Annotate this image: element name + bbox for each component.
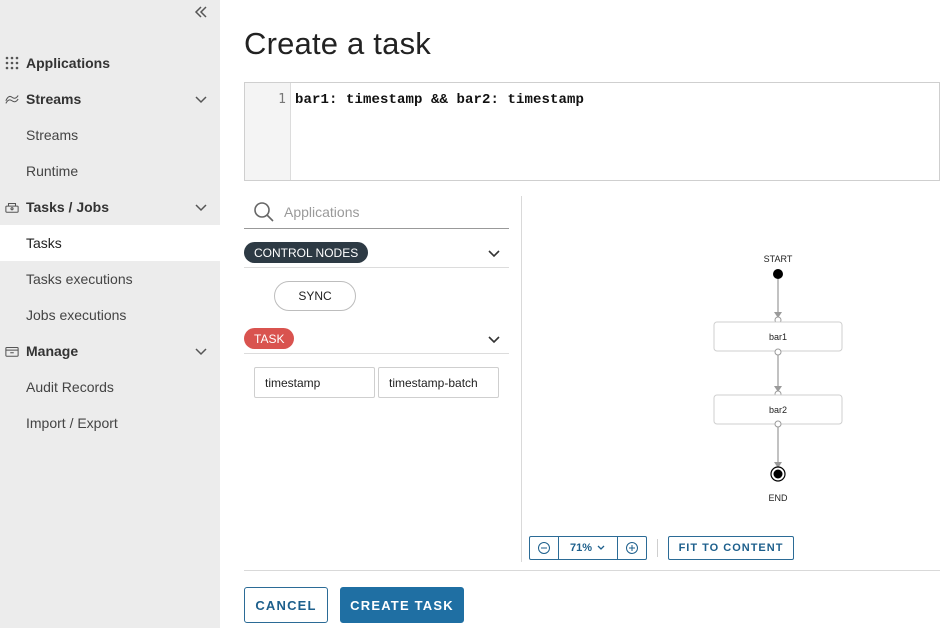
port-out bbox=[774, 348, 782, 356]
zoom-level[interactable]: 71% bbox=[558, 537, 618, 559]
panel-divider bbox=[521, 196, 522, 562]
editor-gutter: 1 bbox=[245, 83, 291, 180]
zoom-control: 71% bbox=[529, 536, 647, 560]
sidebar-item-label: Manage bbox=[26, 343, 79, 359]
search-icon bbox=[252, 200, 276, 224]
manage-icon bbox=[5, 344, 19, 358]
sidebar-item-streams[interactable]: Streams bbox=[0, 117, 220, 153]
chevron-down-icon[interactable] bbox=[487, 246, 501, 260]
zoom-in-icon[interactable] bbox=[618, 537, 646, 559]
palette-search bbox=[244, 196, 509, 229]
sidebar-item-runtime[interactable]: Runtime bbox=[0, 153, 220, 189]
page-title: Create a task bbox=[244, 26, 431, 61]
sidebar-item-audit-records[interactable]: Audit Records bbox=[0, 369, 220, 405]
task-node-timestamp-batch[interactable]: timestamp-batch bbox=[378, 367, 499, 398]
sidebar-item-import-export[interactable]: Import / Export bbox=[0, 405, 220, 441]
sidebar-item-applications[interactable]: Applications bbox=[0, 45, 220, 81]
line-number: 1 bbox=[278, 92, 286, 107]
collapse-sidebar-icon[interactable] bbox=[193, 4, 211, 24]
sidebar-item-jobs-executions[interactable]: Jobs executions bbox=[0, 297, 220, 333]
zoom-value: 71% bbox=[569, 542, 593, 554]
sidebar-item-label: Streams bbox=[26, 127, 79, 143]
sidebar-item-label: Tasks bbox=[26, 235, 62, 251]
zoom-out-icon[interactable] bbox=[530, 537, 558, 559]
create-task-button[interactable]: CREATE TASK bbox=[340, 587, 464, 623]
sidebar-item-label: Import / Export bbox=[26, 415, 118, 431]
sidebar-item-label: Applications bbox=[26, 55, 111, 71]
dsl-editor[interactable]: 1 bar1: timestamp && bar2: timestamp bbox=[244, 82, 940, 181]
task-badge: TASK bbox=[244, 328, 295, 349]
sidebar-item-tasks-jobs-section[interactable]: Tasks / Jobs bbox=[0, 189, 220, 225]
task-group[interactable]: TASK bbox=[244, 326, 509, 354]
cancel-button[interactable]: CANCEL bbox=[244, 587, 328, 623]
sidebar: Applications Streams Streams Runtime Tas… bbox=[0, 0, 220, 628]
search-input[interactable] bbox=[284, 204, 484, 220]
sidebar-item-label: Tasks executions bbox=[26, 271, 133, 287]
fit-to-content-button[interactable]: FIT TO CONTENT bbox=[668, 536, 794, 560]
start-label: START bbox=[764, 254, 793, 264]
port-out bbox=[774, 420, 782, 428]
sidebar-item-label: Tasks / Jobs bbox=[26, 199, 110, 215]
chevron-down-icon bbox=[194, 200, 208, 214]
flow-graph: START bar1 bar2 END bbox=[713, 254, 843, 503]
apps-grid-icon bbox=[5, 56, 19, 70]
footer-divider bbox=[244, 570, 940, 571]
control-nodes-badge: CONTROL NODES bbox=[244, 242, 369, 263]
chevron-down-icon[interactable] bbox=[487, 332, 501, 346]
sidebar-item-label: Streams bbox=[26, 91, 82, 107]
sidebar-item-tasks-executions[interactable]: Tasks executions bbox=[0, 261, 220, 297]
toolbar-separator bbox=[657, 539, 658, 557]
sidebar-item-label: Runtime bbox=[26, 163, 79, 179]
sidebar-item-streams-section[interactable]: Streams bbox=[0, 81, 220, 117]
end-label: END bbox=[768, 493, 788, 503]
chevron-down-icon bbox=[597, 545, 605, 550]
tasks-icon bbox=[5, 200, 19, 214]
dsl-code[interactable]: bar1: timestamp && bar2: timestamp bbox=[295, 92, 584, 108]
start-node[interactable] bbox=[773, 269, 783, 279]
sync-node[interactable]: SYNC bbox=[274, 281, 356, 311]
chevron-down-icon bbox=[194, 92, 208, 106]
task-node-timestamp[interactable]: timestamp bbox=[254, 367, 375, 398]
end-node-core bbox=[773, 469, 783, 479]
sidebar-item-label: Jobs executions bbox=[26, 307, 127, 323]
flow-node-label: bar2 bbox=[769, 405, 787, 415]
sidebar-item-manage-section[interactable]: Manage bbox=[0, 333, 220, 369]
chevron-down-icon bbox=[194, 344, 208, 358]
streams-icon bbox=[5, 92, 19, 106]
sidebar-item-tasks[interactable]: Tasks bbox=[0, 225, 220, 261]
control-nodes-group[interactable]: CONTROL NODES bbox=[244, 240, 509, 268]
flow-node-label: bar1 bbox=[769, 332, 787, 342]
sidebar-item-label: Audit Records bbox=[26, 379, 114, 395]
